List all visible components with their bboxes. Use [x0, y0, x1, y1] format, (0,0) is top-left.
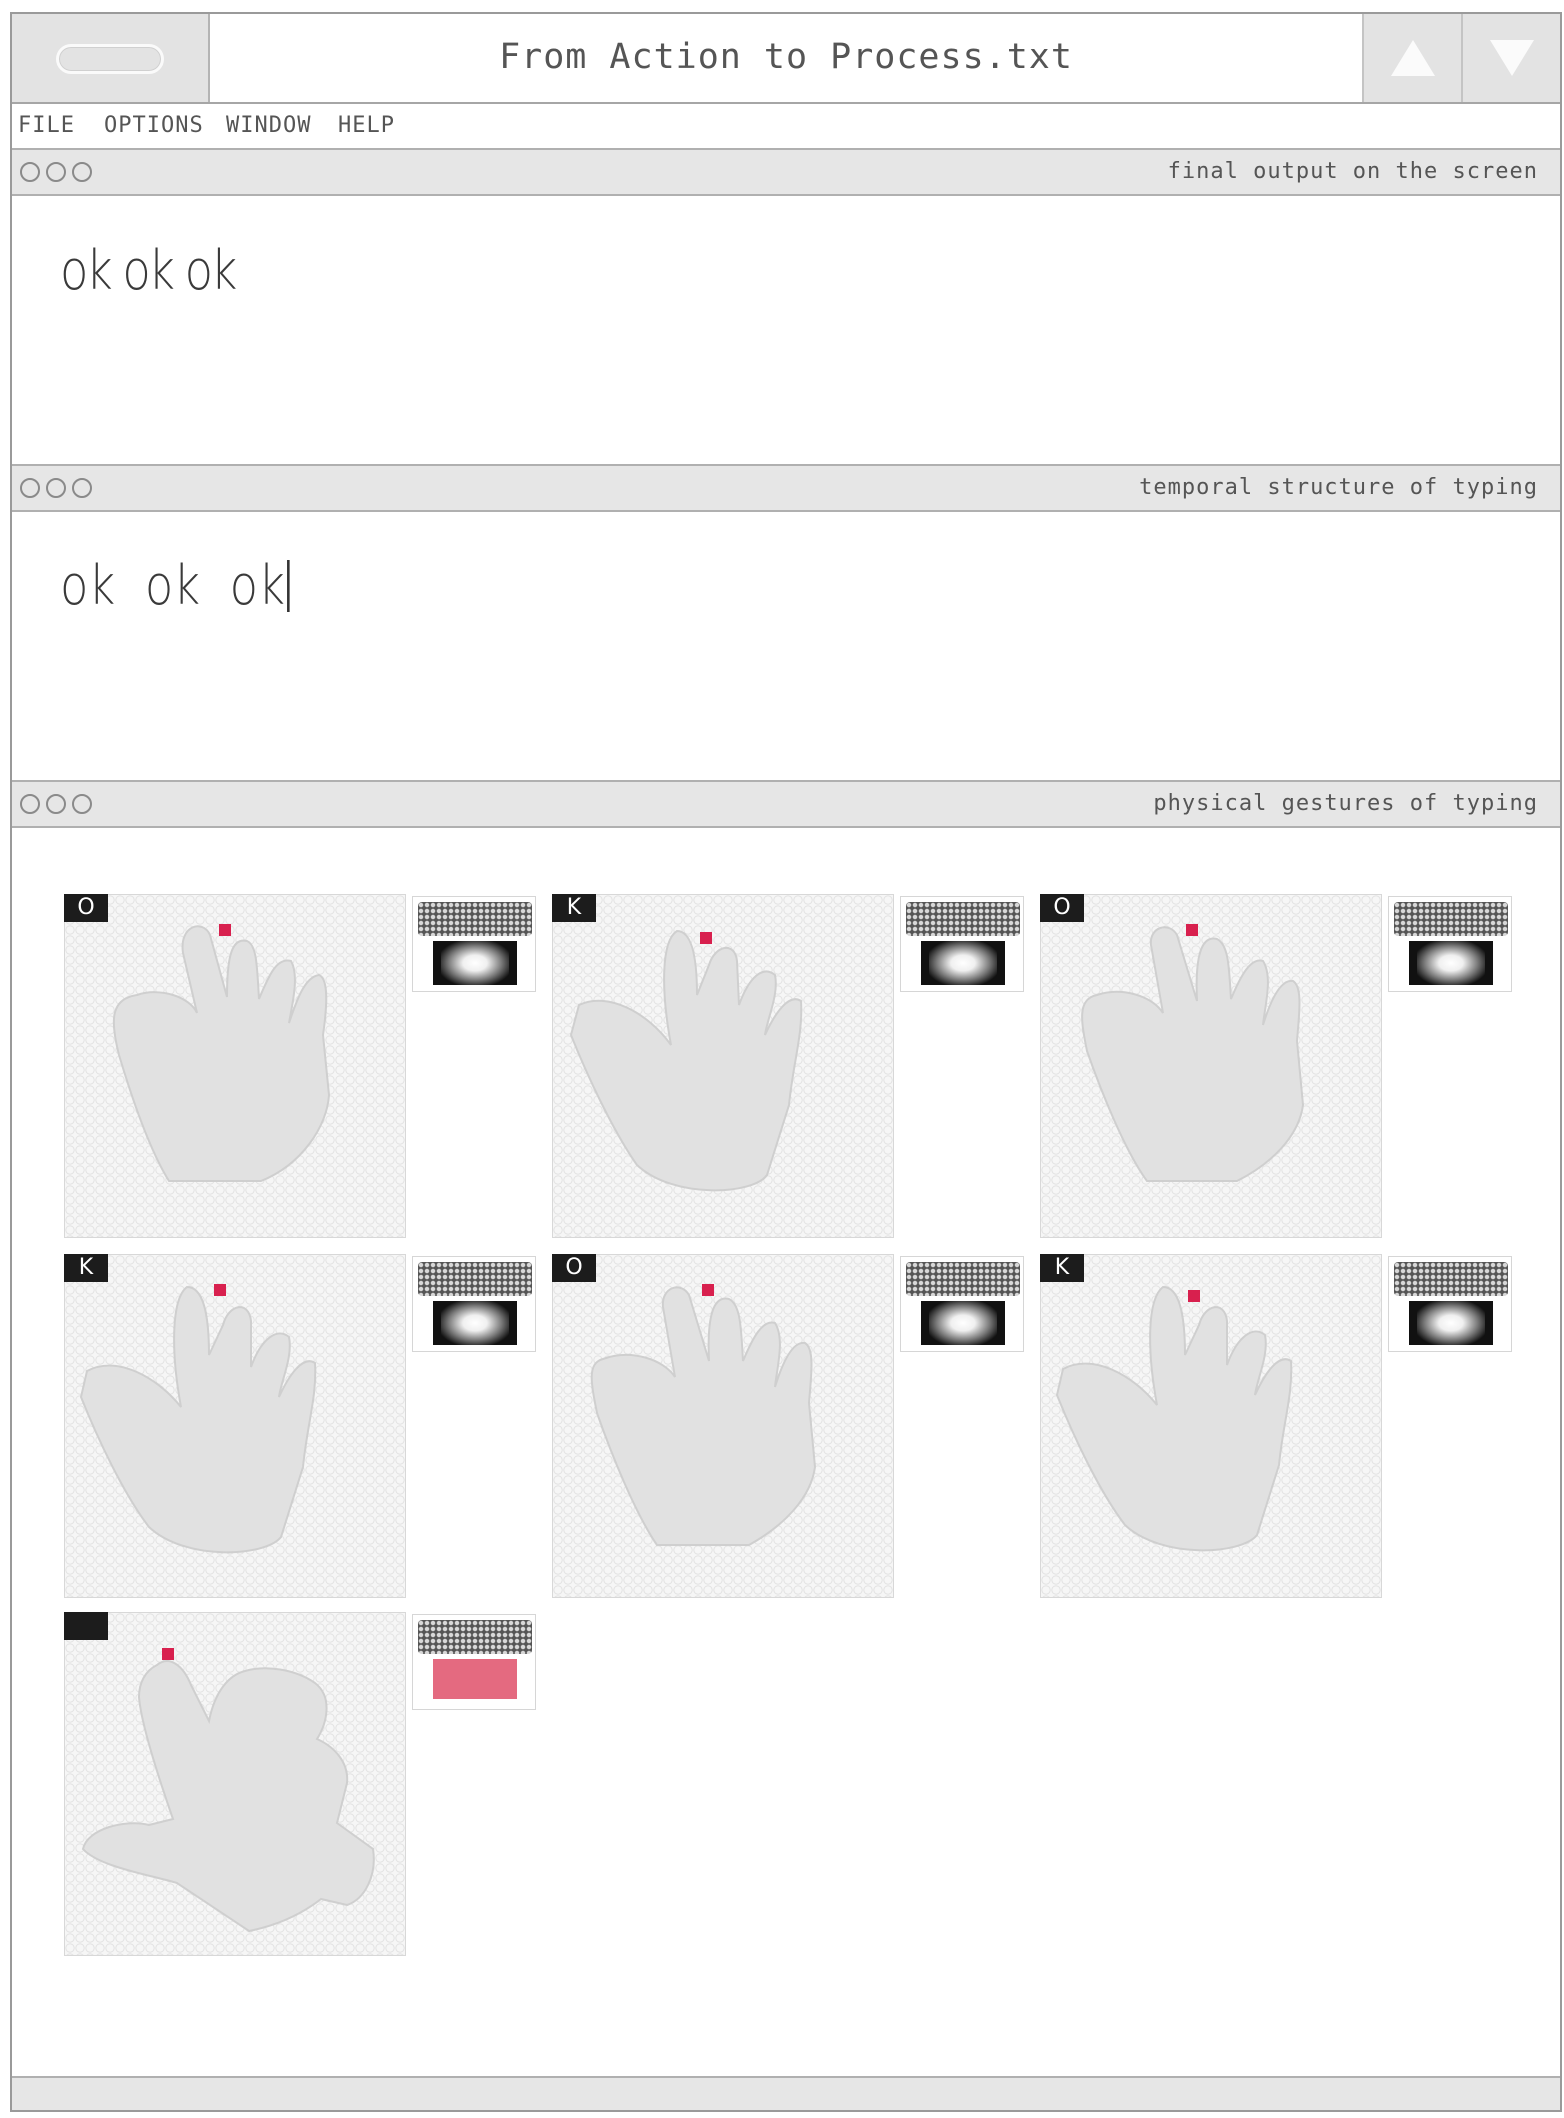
gesture-card [64, 1612, 554, 1956]
gesture-card: K [64, 1254, 554, 1598]
hand-grid [64, 894, 406, 1238]
hand-grid [1040, 894, 1382, 1238]
keyboard-keys-icon [1394, 1262, 1508, 1296]
keyboard-keys-icon [906, 902, 1020, 936]
trackpad-icon [921, 941, 1005, 985]
keyboard-keys-icon [418, 1620, 532, 1654]
gesture-card: K [552, 894, 1042, 1238]
window-title: From Action to Process.txt [499, 37, 1073, 77]
finger-contact-marker [1188, 1290, 1200, 1302]
key-label [64, 1612, 108, 1640]
panel-header-final-output: final output on the screen [12, 148, 1560, 196]
key-label: K [1040, 1254, 1084, 1282]
gesture-card: O [64, 894, 554, 1238]
key-label: K [64, 1254, 108, 1282]
finger-contact-marker [214, 1284, 226, 1296]
finger-contact-marker [219, 924, 231, 936]
gesture-card: O [552, 1254, 1042, 1598]
circle-icon[interactable] [72, 794, 92, 814]
text-caret [286, 560, 290, 612]
hand-icon [590, 1286, 817, 1546]
key-label: O [1040, 894, 1084, 922]
keyboard-thumbnail [1388, 1256, 1512, 1352]
hand-icon [1081, 926, 1305, 1182]
scroll-up-button[interactable] [1362, 14, 1461, 102]
finger-contact-marker [1186, 924, 1198, 936]
circle-icon[interactable] [72, 162, 92, 182]
circle-icon[interactable] [46, 794, 66, 814]
panel-window-dots [20, 162, 98, 184]
temporal-text-area[interactable]: ok ok ok [60, 554, 290, 617]
window-close-pill-icon[interactable] [56, 44, 164, 74]
keyboard-thumbnail [412, 1614, 536, 1710]
hand-icon [112, 925, 331, 1182]
menu-bar: FILE OPTIONS WINDOW HELP [12, 104, 1560, 150]
circle-icon[interactable] [72, 478, 92, 498]
menu-help[interactable]: HELP [338, 104, 395, 148]
hand-grid [64, 1254, 406, 1598]
gesture-card: O [1040, 894, 1530, 1238]
keyboard-keys-icon [906, 1262, 1020, 1296]
temporal-text: ok ok ok [60, 554, 285, 617]
finger-contact-marker [702, 1284, 714, 1296]
keyboard-thumbnail [412, 896, 536, 992]
hand-icon [79, 1285, 317, 1554]
circle-icon[interactable] [20, 794, 40, 814]
title-bar: From Action to Process.txt [12, 14, 1560, 104]
panel-window-dots [20, 478, 98, 500]
trackpad-icon [921, 1301, 1005, 1345]
finger-contact-marker [162, 1648, 174, 1660]
key-label: O [64, 894, 108, 922]
hand-icon [81, 1660, 375, 1933]
panel-header-physical-gestures: physical gestures of typing [12, 780, 1560, 828]
scroll-down-button[interactable] [1461, 14, 1560, 102]
menu-options[interactable]: OPTIONS [104, 104, 204, 148]
triangle-down-icon [1490, 40, 1534, 76]
circle-icon[interactable] [20, 478, 40, 498]
window-control-area[interactable] [12, 14, 210, 102]
status-bar [12, 2076, 1560, 2110]
triangle-up-icon [1391, 40, 1435, 76]
key-label: O [552, 1254, 596, 1282]
finger-contact-marker [700, 932, 712, 944]
trackpad-icon [433, 941, 517, 985]
panel-title: temporal structure of typing [1139, 475, 1538, 500]
hand-icon [1055, 1285, 1293, 1552]
panel-title: final output on the screen [1167, 159, 1538, 184]
keyboard-thumbnail [1388, 896, 1512, 992]
trackpad-icon [1409, 1301, 1493, 1345]
hand-grid [552, 1254, 894, 1598]
hand-icon [569, 929, 803, 1192]
gesture-card: K [1040, 1254, 1530, 1598]
panel-window-dots [20, 794, 98, 816]
keyboard-thumbnail [412, 1256, 536, 1352]
panel-header-temporal-structure: temporal structure of typing [12, 464, 1560, 512]
trackpad-icon [1409, 941, 1493, 985]
trackpad-icon [433, 1301, 517, 1345]
circle-icon[interactable] [46, 162, 66, 182]
app-window: From Action to Process.txt FILE OPTIONS … [10, 12, 1562, 2112]
keyboard-thumbnail [900, 896, 1024, 992]
menu-file[interactable]: FILE [18, 104, 75, 148]
keyboard-keys-icon [418, 902, 532, 936]
keyboard-keys-icon [1394, 902, 1508, 936]
menu-window[interactable]: WINDOW [226, 104, 311, 148]
hand-grid [552, 894, 894, 1238]
hand-grid [1040, 1254, 1382, 1598]
keyboard-thumbnail [900, 1256, 1024, 1352]
panel-title: physical gestures of typing [1153, 791, 1538, 816]
final-output-text: ok ok ok [60, 239, 237, 302]
circle-icon[interactable] [20, 162, 40, 182]
keyboard-keys-icon [418, 1262, 532, 1296]
circle-icon[interactable] [46, 478, 66, 498]
trackpad-pressed-icon [433, 1659, 517, 1699]
hand-grid [64, 1612, 406, 1956]
key-label: K [552, 894, 596, 922]
